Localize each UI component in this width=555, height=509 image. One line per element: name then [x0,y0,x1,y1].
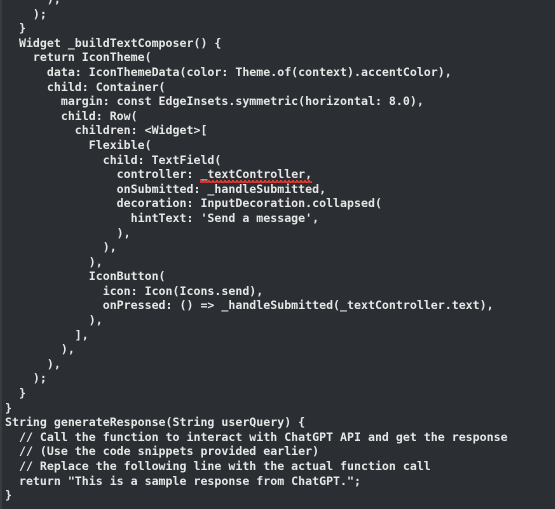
code-line-text: // Call the function to interact with Ch… [5,429,508,444]
code-line[interactable]: IconButton( [0,269,555,284]
code-line-text: icon: Icon(Icons.send), [5,283,264,298]
code-line-text: String generateResponse(String userQuery… [5,415,306,430]
code-line-text: Flexible( [5,137,152,152]
code-line-text: child: Container( [5,79,166,94]
code-line[interactable]: // Call the function to interact with Ch… [0,430,555,445]
code-line-text: ), [5,0,68,6]
code-line[interactable]: ], [0,328,555,343]
code-line[interactable]: } [0,401,555,416]
code-line[interactable]: return IconTheme( [0,50,555,65]
code-line-text: data: IconThemeData(color: Theme.of(cont… [5,64,452,79]
code-line-text: onSubmitted: _handleSubmitted, [5,181,327,196]
code-line-text: ), [5,356,61,371]
code-line-text: margin: const EdgeInsets.symmetric(horiz… [5,94,424,109]
code-line-text: ); [5,6,47,21]
code-line[interactable]: child: TextField( [0,153,555,168]
code-line[interactable]: return "This is a sample response from C… [0,474,555,489]
code-line-text: } [5,386,26,401]
code-line-text: return IconTheme( [5,50,152,65]
code-line[interactable]: onPressed: () => _handleSubmitted(_textC… [0,298,555,313]
code-line-text: } [5,21,26,36]
code-line[interactable]: hintText: 'Send a message', [0,211,555,226]
code-line[interactable]: // Replace the following line with the a… [0,459,555,474]
code-line-text: ), [5,254,103,269]
code-line[interactable]: ), [0,313,555,328]
code-line[interactable]: ), [0,240,555,255]
code-line[interactable]: // (Use the code snippets provided earli… [0,444,555,459]
code-line[interactable]: onSubmitted: _handleSubmitted, [0,182,555,197]
code-line-text: IconButton( [5,269,166,284]
spellcheck-error-underline[interactable]: _textController, [200,167,312,183]
code-line-text: decoration: InputDecoration.collapsed( [5,196,382,211]
code-line[interactable]: icon: Icon(Icons.send), [0,284,555,299]
code-line-text: // Replace the following line with the a… [5,459,431,473]
code-line-text: // (Use the code snippets provided earli… [5,444,320,459]
code-editor-viewport[interactable]: ), ); } Widget _buildTextComposer() { re… [0,0,555,509]
code-line-text: ), [5,313,103,328]
code-line[interactable]: data: IconThemeData(color: Theme.of(cont… [0,65,555,80]
code-line[interactable]: ), [0,255,555,270]
code-line-text: } [5,400,12,415]
code-line-text: ), [5,240,117,255]
code-line-text: controller: [5,167,201,182]
code-line-text: ], [5,327,89,342]
code-text-surface[interactable]: ), ); } Widget _buildTextComposer() { re… [0,0,555,503]
code-line[interactable]: child: Container( [0,80,555,95]
code-line[interactable]: children: <Widget>[ [0,123,555,138]
code-line-text: } [5,488,12,503]
code-line[interactable]: margin: const EdgeInsets.symmetric(horiz… [0,94,555,109]
code-line[interactable]: } [0,488,555,503]
code-line-text: ), [5,225,131,240]
code-line[interactable]: ), [0,342,555,357]
code-line[interactable]: } [0,386,555,401]
code-line[interactable]: controller: _textController, [0,167,555,183]
code-line[interactable]: ), [0,357,555,372]
code-line[interactable]: child: Row( [0,109,555,124]
code-line[interactable]: ), [0,0,555,7]
code-line-text: return "This is a sample response from C… [5,473,361,488]
code-line-text: Widget _buildTextComposer() { [5,35,222,50]
code-line-text: ), [5,342,75,357]
code-line[interactable]: Widget _buildTextComposer() { [0,36,555,51]
code-line[interactable]: ); [0,371,555,386]
code-line[interactable]: } [0,21,555,36]
code-line[interactable]: decoration: InputDecoration.collapsed( [0,196,555,211]
code-line-text: child: Row( [5,108,138,123]
code-line-text: child: TextField( [5,152,222,167]
code-line-text: hintText: 'Send a message', [5,210,320,225]
code-line-text: children: <Widget>[ [5,123,208,138]
code-line[interactable]: ), [0,226,555,241]
code-line[interactable]: ); [0,7,555,22]
code-line-text: ); [5,371,47,386]
code-line-text: onPressed: () => _handleSubmitted(_textC… [5,298,494,313]
code-line[interactable]: String generateResponse(String userQuery… [0,415,555,430]
code-line[interactable]: Flexible( [0,138,555,153]
